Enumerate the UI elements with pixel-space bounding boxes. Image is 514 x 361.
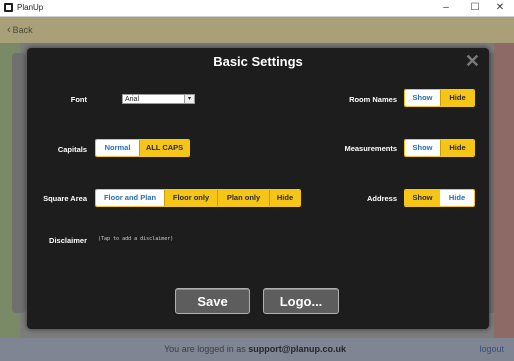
square-area-plan-only-option[interactable]: Plan only [217, 190, 269, 206]
chevron-left-icon: ‹ [7, 24, 11, 36]
disclaimer-label: Disclaimer [49, 236, 87, 245]
basic-settings-dialog: Basic Settings ✕ Font Arial ▾ Capitals N… [27, 48, 489, 329]
font-value: Arial [125, 96, 140, 103]
measurements-label: Measurements [344, 144, 397, 153]
square-area-floor-only-option[interactable]: Floor only [164, 190, 217, 206]
address-hide-option[interactable]: Hide [440, 190, 474, 206]
capitals-allcaps-option[interactable]: ALL CAPS [139, 140, 189, 156]
logo-button[interactable]: Logo... [263, 288, 339, 314]
maximize-button[interactable]: ☐ [461, 0, 489, 16]
address-label: Address [366, 194, 397, 203]
room-names-toggle: Show Hide [404, 89, 475, 107]
status-footer: You are logged in as support@planup.co.u… [0, 338, 514, 361]
measurements-hide-option[interactable]: Hide [440, 140, 474, 156]
minimize-button[interactable]: – [432, 0, 460, 16]
square-area-label: Square Area [43, 194, 87, 203]
logout-link[interactable]: logout [479, 344, 504, 354]
right-panel [494, 43, 514, 338]
address-show-option[interactable]: Show [405, 190, 440, 206]
capitals-label: Capitals [57, 145, 87, 154]
save-button[interactable]: Save [175, 288, 250, 314]
dialog-title: Basic Settings [213, 54, 303, 69]
window-titlebar: PlanUp – ☐ ✕ [0, 0, 514, 17]
user-email: support@planup.co.uk [248, 344, 347, 354]
capitals-toggle: Normal ALL CAPS [95, 139, 190, 157]
background-card [12, 53, 26, 313]
disclaimer-input[interactable]: (Tap to add a disclaimer) [98, 236, 173, 242]
login-status: You are logged in as support@planup.co.u… [164, 344, 347, 354]
app-header: ‹ Back [0, 17, 514, 43]
room-names-show-option[interactable]: Show [405, 90, 440, 106]
measurements-show-option[interactable]: Show [405, 140, 440, 156]
address-toggle: Show Hide [404, 189, 475, 207]
window-title: PlanUp [17, 3, 44, 12]
window-close-button[interactable]: ✕ [486, 0, 514, 16]
square-area-toggle: Floor and Plan Floor only Plan only Hide [95, 189, 301, 207]
chevron-down-icon[interactable]: ▾ [184, 95, 194, 103]
back-label: Back [12, 25, 33, 35]
back-button[interactable]: ‹ Back [7, 24, 33, 36]
capitals-normal-option[interactable]: Normal [96, 140, 139, 156]
measurements-toggle: Show Hide [404, 139, 475, 157]
square-area-floor-and-plan-option[interactable]: Floor and Plan [96, 190, 164, 206]
square-area-hide-option[interactable]: Hide [269, 190, 300, 206]
font-select[interactable]: Arial ▾ [122, 94, 195, 104]
app-icon [4, 3, 13, 12]
font-label: Font [70, 95, 87, 104]
close-icon[interactable]: ✕ [465, 52, 480, 70]
room-names-hide-option[interactable]: Hide [440, 90, 474, 106]
room-names-label: Room Names [349, 95, 397, 104]
